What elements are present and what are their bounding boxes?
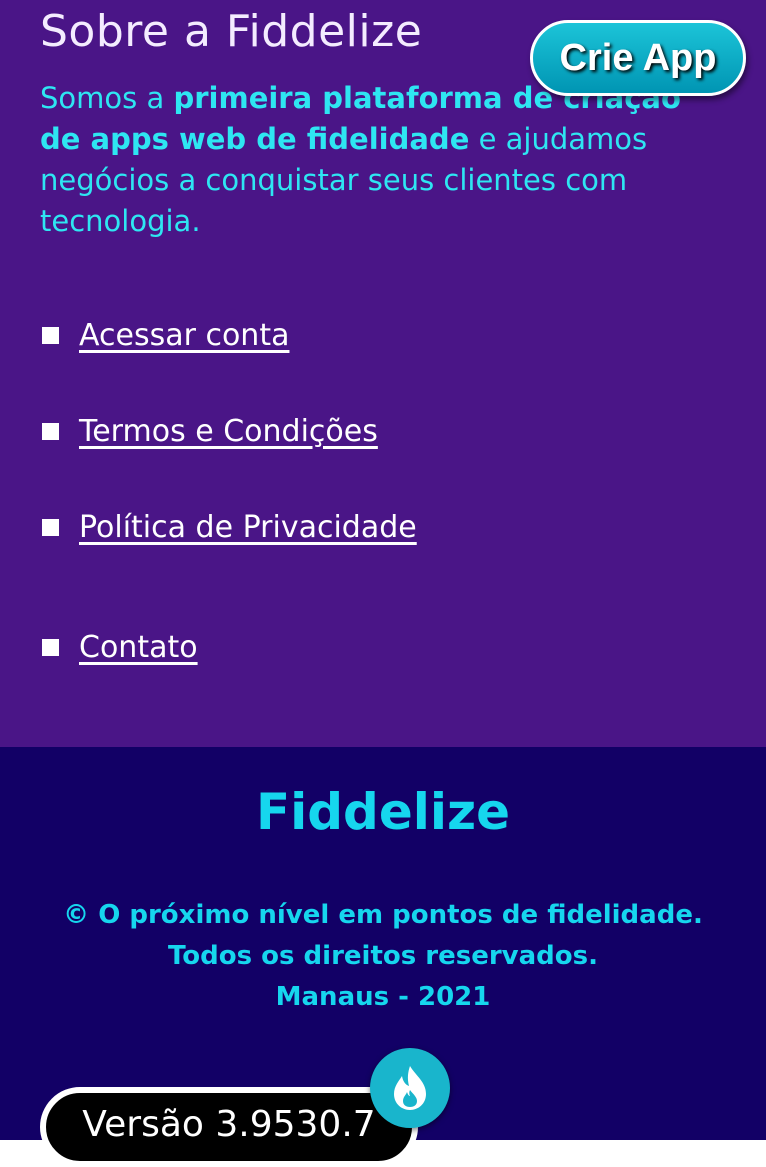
about-desc-prefix: Somos a bbox=[40, 81, 174, 115]
about-section: Sobre a Fiddelize Somos a primeira plata… bbox=[0, 0, 766, 747]
link-item-terms: Termos e Condições bbox=[42, 414, 378, 458]
about-title: Sobre a Fiddelize bbox=[40, 6, 423, 57]
footer-brand: Fiddelize bbox=[255, 783, 511, 841]
footer-line-location: Manaus - 2021 bbox=[275, 982, 491, 1012]
square-bullet-icon bbox=[42, 423, 59, 440]
link-item-privacy: Política de Privacidade bbox=[42, 510, 417, 554]
square-bullet-icon bbox=[42, 639, 59, 656]
version-badge: Versão 3.9530.7 bbox=[40, 1087, 418, 1167]
about-description: Somos a primeira plataforma de criação d… bbox=[40, 78, 690, 242]
terms-link[interactable]: Termos e Condições bbox=[79, 414, 378, 449]
fiddelize-fab-button[interactable] bbox=[370, 1048, 450, 1128]
square-bullet-icon bbox=[42, 327, 59, 344]
contact-link[interactable]: Contato bbox=[79, 630, 198, 665]
link-item-account: Acessar conta bbox=[42, 318, 289, 362]
access-account-link[interactable]: Acessar conta bbox=[79, 318, 289, 353]
footer-copyright: © O próximo nível em pontos de fidelidad… bbox=[0, 895, 766, 1018]
square-bullet-icon bbox=[42, 519, 59, 536]
link-item-contact: Contato bbox=[42, 630, 198, 674]
footer-line-slogan: © O próximo nível em pontos de fidelidad… bbox=[63, 900, 703, 930]
create-app-button[interactable]: Crie App bbox=[530, 20, 746, 96]
flame-icon bbox=[394, 1066, 426, 1110]
footer-line-rights: Todos os direitos reservados. bbox=[168, 941, 598, 971]
privacy-policy-link[interactable]: Política de Privacidade bbox=[79, 510, 417, 545]
